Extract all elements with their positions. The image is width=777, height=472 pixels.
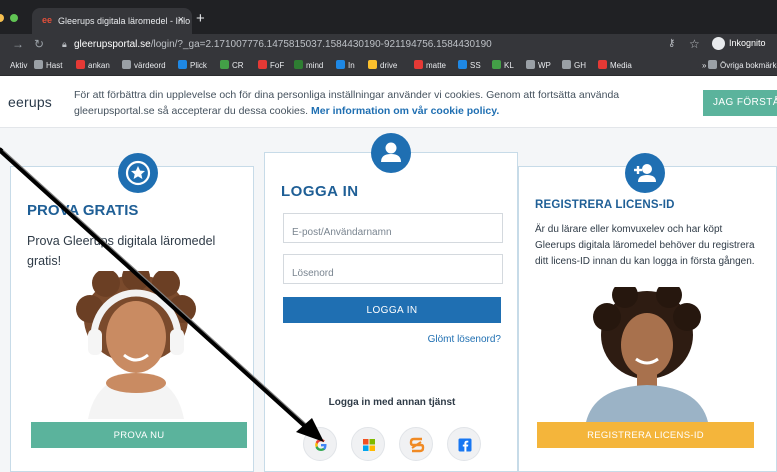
annotation-arrow (0, 147, 324, 442)
